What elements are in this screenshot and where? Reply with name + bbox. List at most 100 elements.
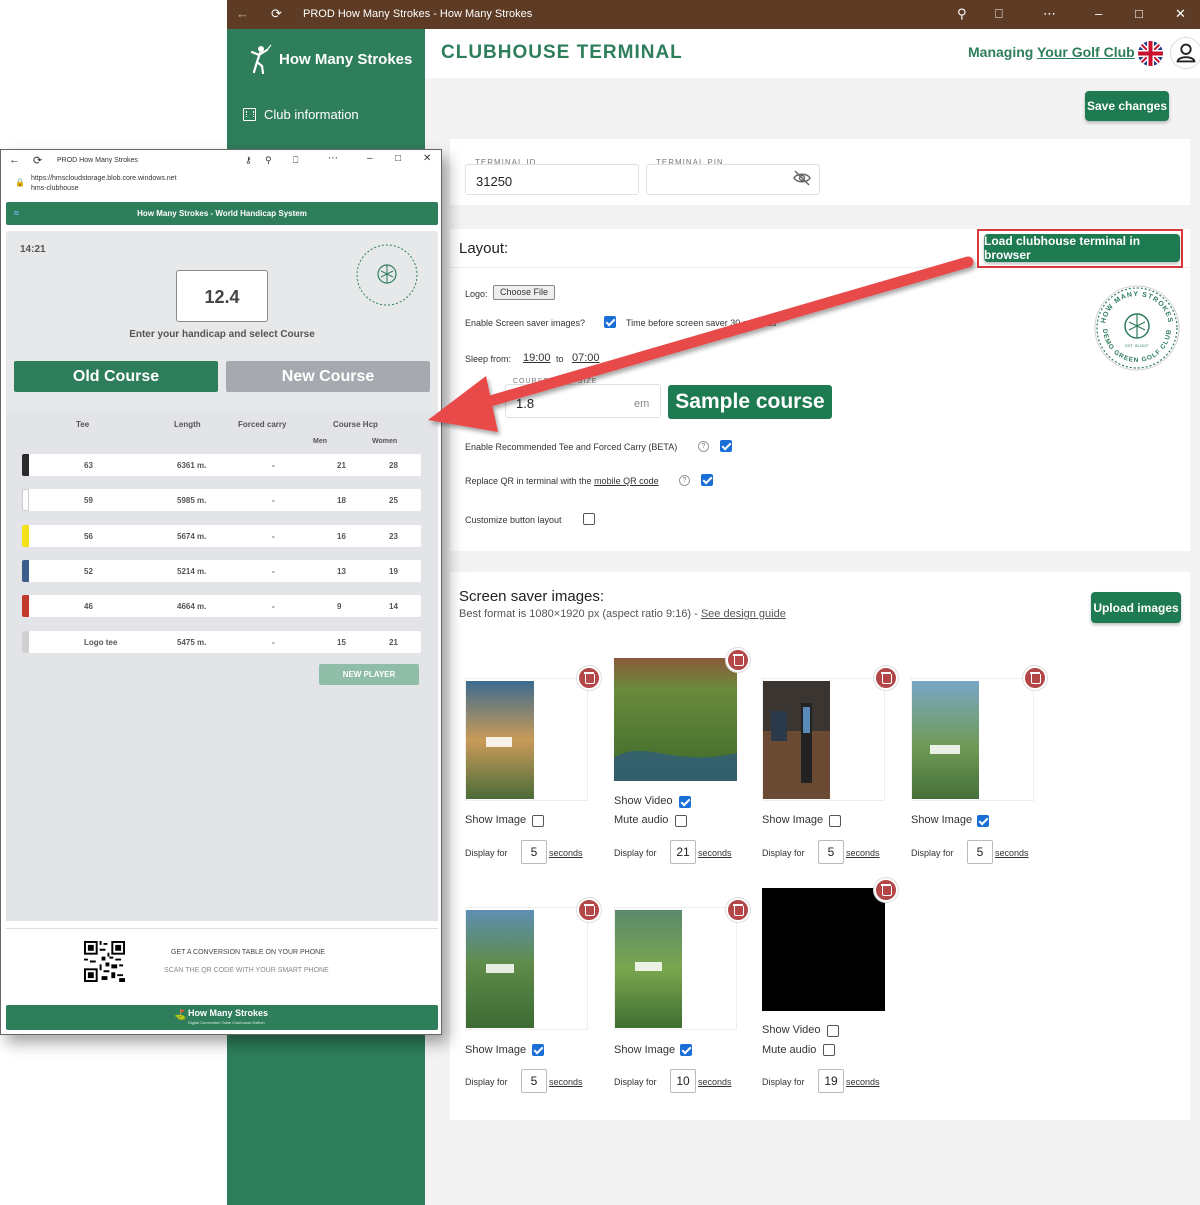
display-seconds-input[interactable]: 21 xyxy=(670,840,696,864)
minimize-icon[interactable]: – xyxy=(1095,6,1102,21)
replace-qr-checkbox[interactable] xyxy=(701,474,713,486)
old-course-button[interactable]: Old Course xyxy=(14,361,218,392)
display-seconds-input[interactable]: 5 xyxy=(521,1069,547,1093)
back-arrow-icon[interactable]: ← xyxy=(9,154,20,166)
screensaver-thumbnail[interactable] xyxy=(762,678,885,801)
screensaver-thumbnail[interactable] xyxy=(614,907,737,1030)
tee-cell-length: 4664 m. xyxy=(177,602,207,611)
new-player-button[interactable]: NEW PLAYER xyxy=(319,664,419,685)
show-image-checkbox[interactable] xyxy=(829,815,841,827)
rec-tee-checkbox[interactable] xyxy=(720,440,732,452)
sleep-to-input[interactable]: 07:00 xyxy=(572,352,600,364)
more-icon[interactable]: ⋯ xyxy=(1043,6,1056,22)
show-image-checkbox[interactable] xyxy=(680,1044,692,1056)
replace-qr-text: Replace QR in terminal with the xyxy=(465,476,595,486)
cast-icon[interactable]: ⎕ xyxy=(995,6,1003,22)
more-icon[interactable]: ⋯ xyxy=(328,153,338,164)
golf-course-video-thumbnail[interactable] xyxy=(614,658,737,781)
tee-color-stripe xyxy=(22,454,29,476)
refresh-icon[interactable]: ⟳ xyxy=(33,154,42,167)
delete-trash-icon[interactable] xyxy=(577,898,601,922)
screen-saver-checkbox[interactable] xyxy=(604,316,616,328)
managing-club: Managing Your Golf Club xyxy=(968,44,1135,60)
screensaver-thumbnail[interactable] xyxy=(911,678,1034,801)
display-seconds-input[interactable]: 19 xyxy=(818,1069,844,1093)
time-before-value[interactable]: 30 xyxy=(730,318,740,328)
tee-row[interactable]: 56 5674 m. - 16 23 xyxy=(22,525,421,547)
display-seconds-input[interactable]: 5 xyxy=(967,840,993,864)
delete-trash-icon[interactable] xyxy=(1023,666,1047,690)
delete-trash-icon[interactable] xyxy=(726,648,750,672)
new-course-button[interactable]: New Course xyxy=(226,361,430,392)
tee-row[interactable]: 59 5985 m. - 18 25 xyxy=(22,489,421,511)
cast-icon[interactable]: ⎕ xyxy=(293,155,298,166)
close-icon[interactable]: ✕ xyxy=(1175,6,1186,22)
black-video-thumbnail[interactable] xyxy=(762,888,885,1011)
zoom-icon[interactable]: ⚲ xyxy=(265,155,272,166)
user-account-icon[interactable] xyxy=(1170,37,1200,69)
tee-cell-tee: 63 xyxy=(84,461,93,470)
tee-cell-tee: Logo tee xyxy=(84,638,118,647)
uk-flag-icon[interactable] xyxy=(1138,41,1163,66)
url-line-2[interactable]: hms-clubhouse xyxy=(31,185,78,192)
delete-trash-icon[interactable] xyxy=(874,878,898,902)
back-arrow-icon[interactable]: ← xyxy=(236,6,249,21)
sidebar-item-club-information[interactable]: Club information xyxy=(243,107,359,122)
minimize-icon[interactable]: – xyxy=(367,153,373,164)
tee-row[interactable]: 52 5214 m. - 13 19 xyxy=(22,560,421,582)
handicap-input[interactable]: 12.4 xyxy=(176,270,268,322)
choose-file-button[interactable]: Choose File xyxy=(493,285,556,300)
qr-title: GET A CONVERSION TABLE ON YOUR PHONE xyxy=(171,949,325,956)
delete-trash-icon[interactable] xyxy=(874,666,898,690)
display-seconds-input[interactable]: 5 xyxy=(818,840,844,864)
mute-audio-checkbox[interactable] xyxy=(823,1044,835,1056)
customize-checkbox[interactable] xyxy=(583,513,595,525)
help-icon[interactable]: ? xyxy=(698,441,709,452)
key-icon[interactable]: ⚷ xyxy=(245,155,252,166)
show-image-label: Show Image xyxy=(911,814,973,826)
sleep-from-input[interactable]: 19:00 xyxy=(523,352,551,364)
close-icon[interactable]: ✕ xyxy=(423,153,431,164)
col-length: Length xyxy=(174,420,201,429)
terminal-id-field[interactable]: 31250 xyxy=(465,164,639,195)
refresh-icon[interactable]: ⟳ xyxy=(271,6,282,22)
display-seconds-input[interactable]: 5 xyxy=(521,840,547,864)
show-image-label: Show Image xyxy=(465,1044,527,1056)
screensaver-thumbnail[interactable] xyxy=(465,907,588,1030)
upload-images-button[interactable]: Upload images xyxy=(1091,592,1181,623)
screensaver-thumbnail[interactable] xyxy=(465,678,588,801)
course-poster-image xyxy=(466,910,534,1028)
eye-slash-icon[interactable] xyxy=(793,170,811,186)
display-seconds-input[interactable]: 10 xyxy=(670,1069,696,1093)
delete-trash-icon[interactable] xyxy=(726,898,750,922)
brand[interactable]: How Many Strokes xyxy=(247,39,412,79)
maximize-icon[interactable]: □ xyxy=(1135,6,1143,21)
show-image-checkbox[interactable] xyxy=(532,815,544,827)
tee-row[interactable]: 46 4664 m. - 9 14 xyxy=(22,595,421,617)
tee-row[interactable]: Logo tee 5475 m. - 15 21 xyxy=(22,631,421,653)
load-terminal-button[interactable]: Load clubhouse terminal in browser xyxy=(984,234,1180,262)
popup-title: PROD How Many Strokes xyxy=(57,157,138,164)
display-for-label: Display for xyxy=(465,1077,508,1087)
show-image-checkbox[interactable] xyxy=(532,1044,544,1056)
maximize-icon[interactable]: □ xyxy=(395,153,401,164)
delete-trash-icon[interactable] xyxy=(577,666,601,690)
help-icon[interactable]: ? xyxy=(679,475,690,486)
terminal-popup-window: ← ⟳ PROD How Many Strokes ⚷ ⚲ ⎕ ⋯ – □ ✕ … xyxy=(0,149,442,1035)
mute-audio-checkbox[interactable] xyxy=(675,815,687,827)
show-video-checkbox[interactable] xyxy=(679,796,691,808)
brand-name: How Many Strokes xyxy=(279,50,413,68)
display-for-label: Display for xyxy=(762,1077,805,1087)
design-guide-link[interactable]: See design guide xyxy=(701,608,786,620)
managing-prefix: Managing xyxy=(968,44,1037,60)
display-for-label: Display for xyxy=(465,848,508,858)
show-image-checkbox[interactable] xyxy=(977,815,989,827)
tee-cell-forced: - xyxy=(272,461,275,470)
mobile-qr-link[interactable]: mobile QR code xyxy=(594,476,659,486)
show-video-checkbox[interactable] xyxy=(827,1025,839,1037)
url-line-1[interactable]: https://hmscloudstorage.blob.core.window… xyxy=(31,175,177,182)
save-changes-button[interactable]: Save changes xyxy=(1085,91,1169,121)
tee-row[interactable]: 63 6361 m. - 21 28 xyxy=(22,454,421,476)
club-link[interactable]: Your Golf Club xyxy=(1037,44,1135,60)
zoom-icon[interactable]: ⚲ xyxy=(957,6,967,22)
